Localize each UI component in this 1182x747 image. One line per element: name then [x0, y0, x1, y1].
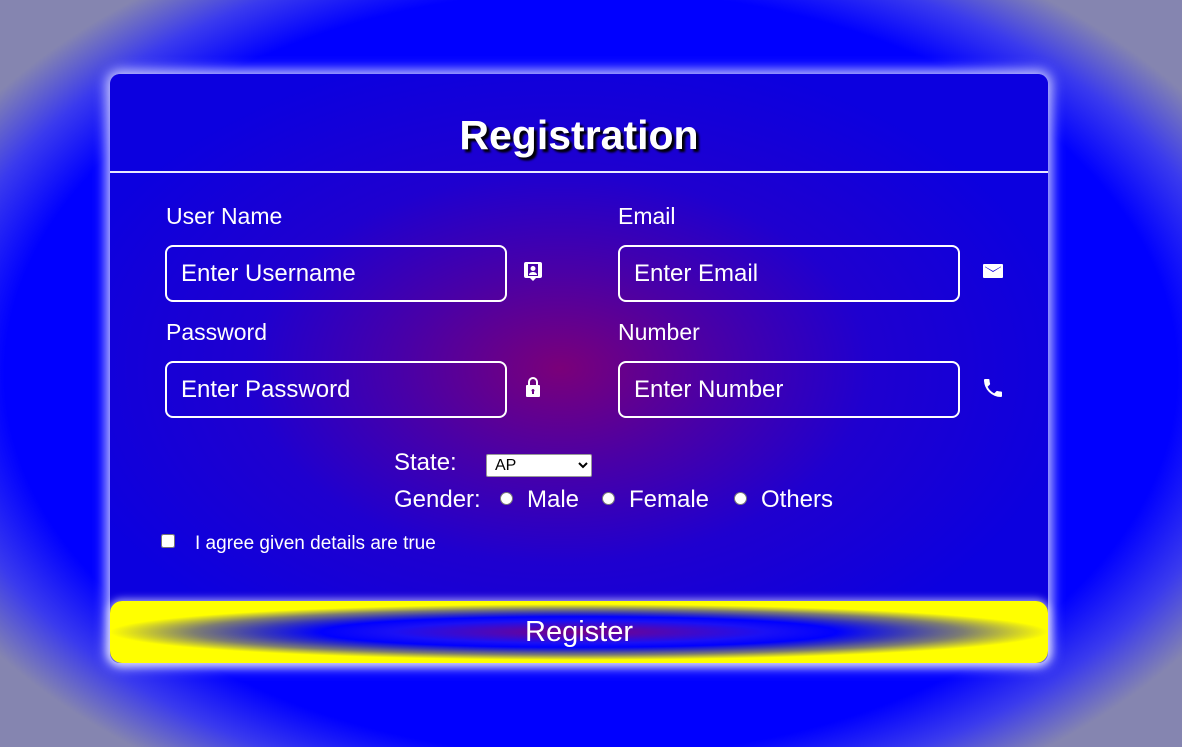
username-input[interactable]: [165, 245, 507, 302]
mail-icon: [981, 259, 1005, 283]
register-button[interactable]: Register: [110, 601, 1048, 663]
gender-radio-female[interactable]: [602, 492, 615, 505]
password-label: Password: [166, 319, 267, 345]
contact-icon: [521, 259, 545, 283]
state-select[interactable]: AP: [486, 454, 592, 477]
phone-icon: [981, 376, 1005, 400]
number-input[interactable]: [618, 361, 960, 418]
gender-option-male: Male: [527, 486, 580, 513]
gender-radio-male[interactable]: [500, 492, 513, 505]
lock-icon: [521, 375, 545, 399]
gender-label: Gender:: [394, 486, 481, 513]
gender-option-female: Female: [629, 486, 710, 513]
registration-card: Registration User Name Email Password Nu…: [110, 74, 1048, 663]
email-label: Email: [618, 203, 676, 229]
email-input[interactable]: [618, 245, 960, 302]
number-label: Number: [618, 319, 700, 345]
title-divider: [110, 171, 1048, 173]
gender-radio-others[interactable]: [734, 492, 747, 505]
gender-option-others: Others: [761, 486, 834, 513]
state-label: State:: [394, 449, 457, 476]
password-input[interactable]: [165, 361, 507, 418]
form-title: Registration: [459, 112, 699, 158]
agree-checkbox[interactable]: [161, 534, 175, 548]
agree-label: I agree given details are true: [195, 533, 436, 554]
username-label: User Name: [166, 203, 283, 229]
